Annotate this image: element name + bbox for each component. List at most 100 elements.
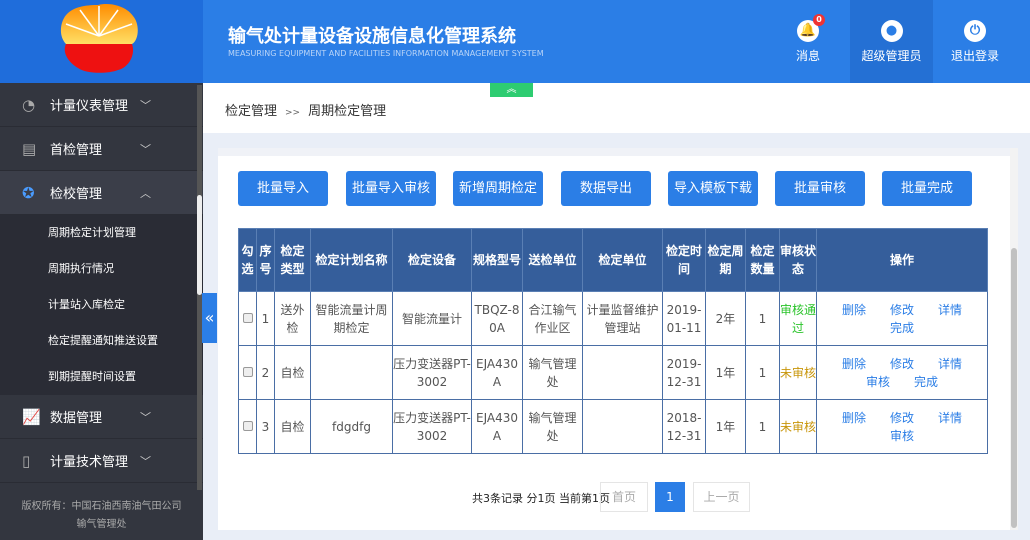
document-icon: ▯ — [22, 451, 31, 470]
sidebar-item-meter[interactable]: ◔ 计量仪表管理 ﹀ — [0, 83, 203, 127]
action-link[interactable]: 删除 — [842, 409, 866, 427]
cell-sender: 合江输气作业区 — [522, 291, 583, 346]
sidebar-scrollbar[interactable] — [197, 85, 202, 490]
messages-label: 消息 — [795, 49, 820, 63]
cell-device: 压力变送器PT-3002 — [392, 345, 472, 400]
batch-complete-button[interactable]: 批量完成 — [882, 171, 972, 206]
batch-import-review-button[interactable]: 批量导入审核 — [346, 171, 436, 206]
action-link[interactable]: 详情 — [938, 301, 962, 319]
page-1-button[interactable]: 1 — [655, 482, 685, 512]
main-scrollbar[interactable] — [1010, 148, 1018, 530]
row-checkbox-cell — [238, 399, 257, 454]
column-header: 检定设备 — [392, 228, 472, 292]
cell-unit — [582, 345, 663, 400]
download-template-button[interactable]: 导入模板下载 — [668, 171, 758, 206]
sidebar-item-label: 数据管理 — [50, 411, 103, 426]
action-link[interactable]: 详情 — [938, 355, 962, 373]
collapse-header-button[interactable]: ︽ — [490, 83, 533, 97]
column-header: 检定周期 — [705, 228, 746, 292]
chevron-down-icon: ﹀ — [140, 410, 151, 424]
pagination-info: 共3条记录 分1页 当前第1页 — [472, 492, 610, 505]
row-checkbox-cell — [238, 291, 257, 346]
cell-period: 1年 — [705, 345, 746, 400]
action-link[interactable]: 修改 — [890, 355, 914, 373]
cell-date: 2018-12-31 — [662, 399, 706, 454]
column-header: 送检单位 — [522, 228, 583, 292]
action-link[interactable]: 修改 — [890, 301, 914, 319]
cell-device: 压力变送器PT-3002 — [392, 399, 472, 454]
cell-sender: 输气管理处 — [522, 399, 583, 454]
table-row: 3 自检 fdgdfg 压力变送器PT-3002 EJA430A 输气管理处 2018-12… — [238, 399, 988, 454]
cell-status: 未审核 — [779, 399, 817, 454]
cell-no: 1 — [256, 291, 275, 346]
prev-page-button[interactable]: 上一页 — [693, 482, 750, 512]
user-label: 超级管理员 — [861, 49, 922, 63]
batch-review-button[interactable]: 批量审核 — [775, 171, 865, 206]
submenu-reminder-push[interactable]: 检定提醒通知推送设置 — [0, 323, 203, 359]
export-data-button[interactable]: 数据导出 — [561, 171, 651, 206]
submenu-periodic-execution[interactable]: 周期执行情况 — [0, 251, 203, 287]
submenu-expiry-reminder[interactable]: 到期提醒时间设置 — [0, 359, 203, 395]
sidebar-item-label: 计量技术管理 — [50, 455, 129, 470]
cell-date: 2019-12-31 — [662, 345, 706, 400]
action-link[interactable]: 完成 — [890, 319, 914, 337]
row-checkbox[interactable] — [242, 366, 253, 377]
submenu-periodic-plan[interactable]: 周期检定计划管理 — [0, 215, 203, 251]
cell-type: 自检 — [274, 345, 311, 400]
chevron-down-icon: ﹀ — [140, 454, 151, 468]
periodic-check-table: 勾选 序号 检定类型 检定计划名称 检定设备 规格型号 送检单位 检定单位 检定时间 检定周期 检定… — [238, 228, 988, 454]
cell-type: 自检 — [274, 399, 311, 454]
cell-device: 智能流量计 — [392, 291, 472, 346]
sidebar-item-tech[interactable]: ▯ 计量技术管理 ﹀ — [0, 439, 203, 483]
table-row: 1 送外检 智能流量计周期检定 智能流量计 TBQZ-80A 合江输气作业区 计量监督维护管… — [238, 291, 988, 346]
cell-actions: 删除 修改 详情完成 — [816, 291, 988, 346]
action-link[interactable]: 删除 — [842, 301, 866, 319]
cell-no: 2 — [256, 345, 275, 400]
top-header: 输气处计量设备设施信息化管理系统 MEASURING EQUIPMENT AND… — [203, 0, 1030, 83]
column-header: 规格型号 — [471, 228, 523, 292]
action-link[interactable]: 审核 — [866, 373, 890, 391]
column-header: 检定计划名称 — [310, 228, 393, 292]
chevron-up-icon: ︿ — [140, 186, 151, 200]
app-subtitle: MEASURING EQUIPMENT AND FACILITIES INFOR… — [228, 49, 544, 58]
action-link[interactable]: 删除 — [842, 355, 866, 373]
column-header: 检定时间 — [662, 228, 706, 292]
cell-no: 3 — [256, 399, 275, 454]
badge-icon: ✪ — [22, 183, 35, 202]
sidebar-item-data[interactable]: 📈 数据管理 ﹀ — [0, 395, 203, 439]
bell-icon: 🔔 0 — [797, 14, 825, 42]
breadcrumb: 检定管理 >> 周期检定管理 — [203, 83, 1030, 133]
copyright-line1: 版权所有：中国石油西南油气田公司 — [21, 501, 182, 512]
cell-qty: 1 — [745, 345, 780, 400]
action-link[interactable]: 审核 — [890, 427, 914, 445]
action-link[interactable]: 完成 — [914, 373, 938, 391]
collapse-sidebar-button[interactable]: « — [202, 293, 217, 343]
cell-actions: 删除 修改 详情审核 — [816, 399, 988, 454]
batch-import-button[interactable]: 批量导入 — [238, 171, 328, 206]
logout-button[interactable]: ⏻ 退出登录 — [935, 0, 1015, 83]
cell-unit — [582, 399, 663, 454]
sidebar-item-calibration[interactable]: ✪ 检校管理 ︿ — [0, 171, 203, 215]
table-row: 2 自检 压力变送器PT-3002 EJA430A 输气管理处 2019-12-31 1年 1… — [238, 345, 988, 400]
action-link[interactable]: 详情 — [938, 409, 962, 427]
copyright-line2: 输气管理处 — [76, 519, 127, 530]
sidebar-item-first-check[interactable]: ▤ 首检管理 ﹀ — [0, 127, 203, 171]
cell-period: 2年 — [705, 291, 746, 346]
sidebar-item-label: 检校管理 — [50, 187, 103, 202]
messages-button[interactable]: 🔔 0 消息 — [768, 0, 848, 83]
cell-name: 智能流量计周期检定 — [310, 291, 393, 346]
column-header: 审核状态 — [779, 228, 817, 292]
breadcrumb-parent[interactable]: 检定管理 — [225, 104, 277, 119]
row-checkbox[interactable] — [242, 420, 253, 431]
gauge-icon: ◔ — [22, 95, 36, 114]
column-header: 检定数量 — [745, 228, 780, 292]
user-button[interactable]: ● 超级管理员 — [850, 0, 933, 83]
action-link[interactable]: 修改 — [890, 409, 914, 427]
add-periodic-check-button[interactable]: 新增周期检定 — [453, 171, 543, 206]
submenu-station-check[interactable]: 计量站入库检定 — [0, 287, 203, 323]
column-header: 检定单位 — [582, 228, 663, 292]
cell-period: 1年 — [705, 399, 746, 454]
first-page-button[interactable]: 首页 — [600, 482, 648, 512]
logout-label: 退出登录 — [950, 49, 999, 63]
row-checkbox[interactable] — [242, 312, 253, 323]
